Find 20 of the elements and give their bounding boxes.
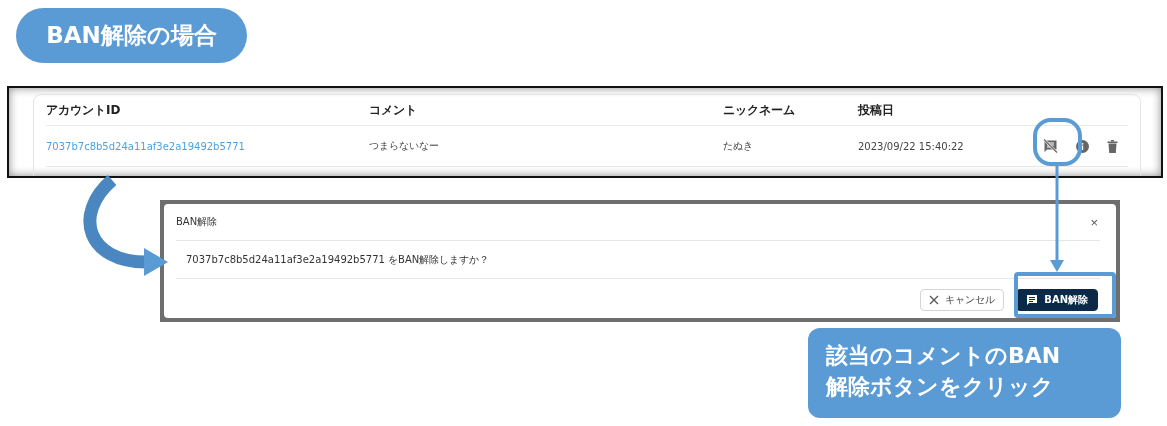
info-icon[interactable]	[1076, 139, 1089, 153]
column-header: アカウントID	[46, 101, 121, 119]
comment-icon	[1026, 294, 1039, 306]
table-cell: たぬき	[723, 139, 753, 153]
column-header: コメント	[369, 101, 417, 119]
title-badge: BAN解除の場合	[16, 8, 247, 63]
dialog-title: BAN解除	[176, 215, 218, 229]
column-header: ニックネーム	[723, 101, 795, 119]
ban-lift-button[interactable]: BAN解除	[1016, 289, 1098, 311]
table-cell: 2023/09/22 15:40:22	[858, 140, 964, 152]
comment-off-icon[interactable]	[1043, 139, 1058, 153]
table-cell: つまらないなー	[369, 139, 439, 153]
cancel-button[interactable]: キャンセル	[920, 289, 1005, 311]
callout: 該当のコメントのBAN 解除ボタンをクリック	[808, 328, 1121, 418]
trash-icon[interactable]	[1107, 139, 1118, 153]
column-header: 投稿日	[858, 101, 894, 119]
close-icon	[929, 295, 940, 305]
dialog-message: 7037b7c8b5d24a11af3e2a19492b5771 をBAN解除しますか？	[186, 252, 490, 267]
close-button[interactable]: ×	[1088, 214, 1100, 230]
highlight-ring	[1033, 118, 1082, 166]
